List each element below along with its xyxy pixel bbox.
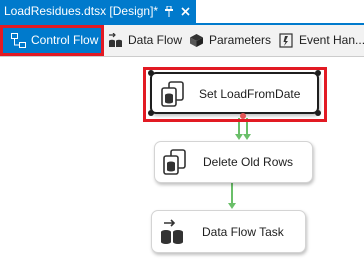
connector-handle[interactable] — [240, 113, 246, 119]
task-label: Delete Old Rows — [203, 155, 294, 169]
execute-sql-task-icon — [163, 149, 186, 175]
task-data-flow[interactable]: Data Flow Task — [151, 210, 306, 253]
precedence-constraint-2[interactable] — [228, 183, 236, 209]
resize-handle[interactable] — [315, 110, 321, 116]
task-label: Set LoadFromDate — [199, 87, 301, 101]
data-flow-task-icon — [161, 219, 183, 244]
resize-handle[interactable] — [148, 70, 154, 76]
execute-sql-task-icon — [161, 81, 184, 107]
resize-handle[interactable] — [315, 70, 321, 76]
task-delete-old-rows[interactable]: Delete Old Rows — [154, 141, 313, 183]
resize-handle[interactable] — [148, 110, 154, 116]
task-set-loadfromdate[interactable]: Set LoadFromDate — [150, 72, 319, 114]
task-label: Data Flow Task — [202, 225, 284, 239]
